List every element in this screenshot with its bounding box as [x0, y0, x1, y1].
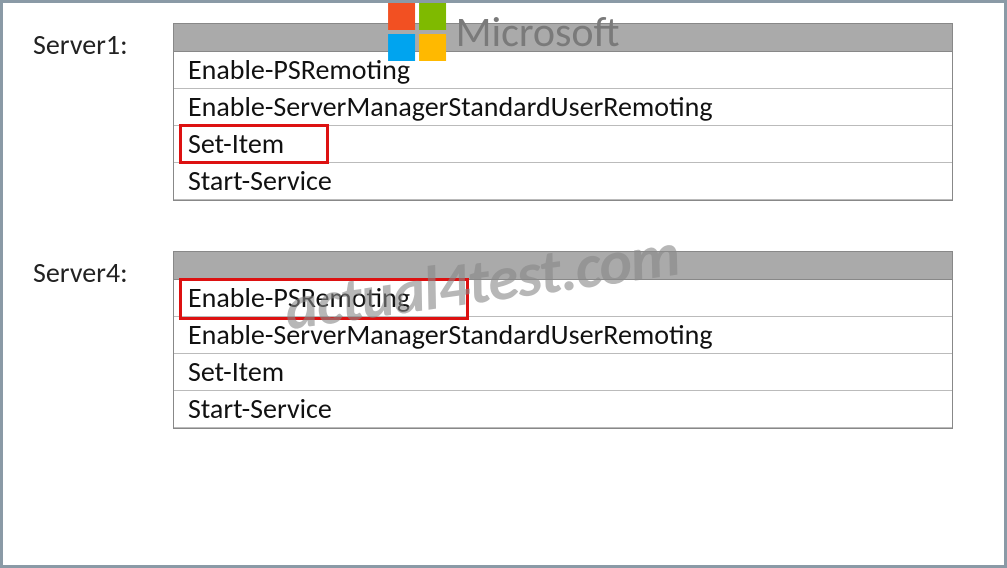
list-item[interactable]: Enable-ServerManagerStandardUserRemoting	[174, 317, 952, 354]
server4-block: Server4: Enable-PSRemoting Enable-Server…	[33, 251, 974, 429]
list-item[interactable]: Start-Service	[174, 163, 952, 200]
list-item[interactable]: Enable-PSRemoting	[174, 280, 952, 317]
microsoft-logo: Microsoft	[388, 3, 620, 61]
list-item[interactable]: Set-Item	[174, 126, 952, 163]
server4-listbox[interactable]: Enable-PSRemoting Enable-ServerManagerSt…	[173, 251, 953, 429]
list-item[interactable]: Set-Item	[174, 354, 952, 391]
list-item[interactable]: Start-Service	[174, 391, 952, 428]
server1-label: Server1:	[33, 23, 173, 62]
microsoft-logo-grid	[388, 3, 446, 61]
server4-label: Server4:	[33, 251, 173, 290]
listbox-header	[174, 252, 952, 280]
microsoft-logo-text: Microsoft	[456, 7, 620, 58]
list-item[interactable]: Enable-ServerManagerStandardUserRemoting	[174, 89, 952, 126]
